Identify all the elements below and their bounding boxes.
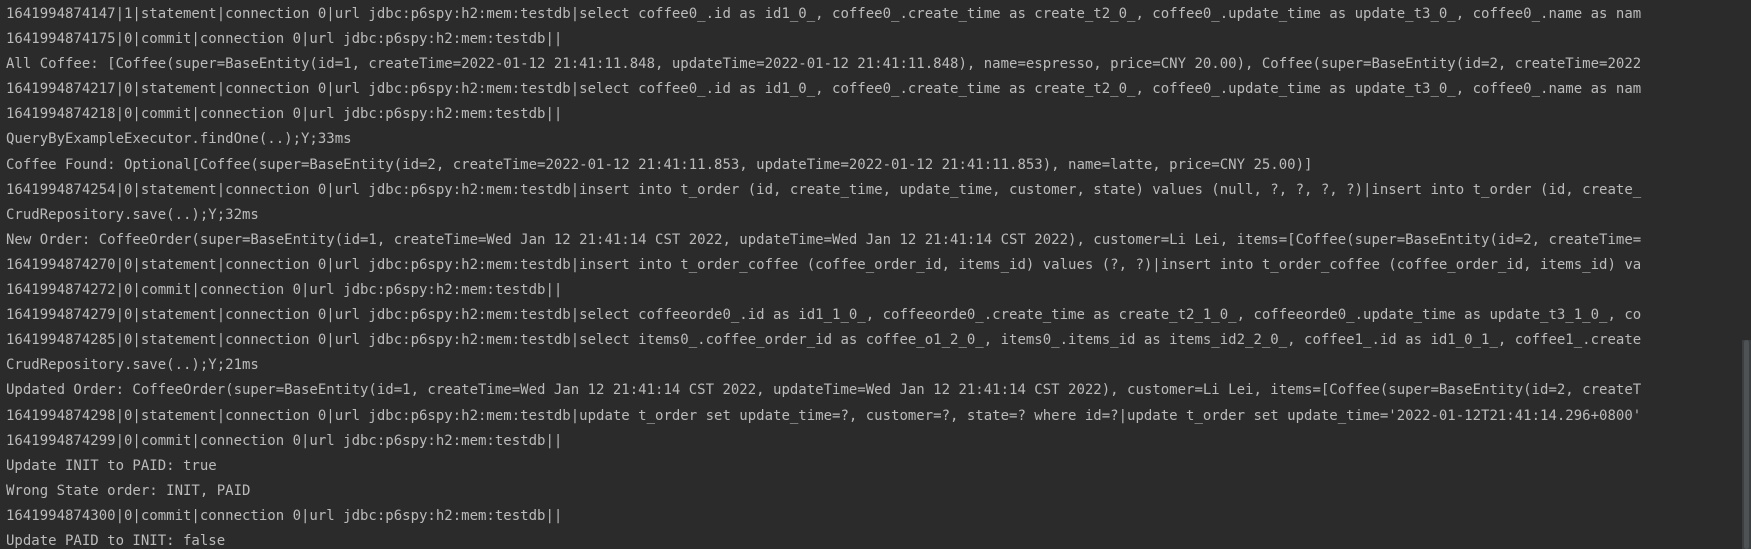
console-line: All Coffee: [Coffee(super=BaseEntity(id=… bbox=[6, 56, 1642, 73]
console-line: Update INIT to PAID: true bbox=[6, 457, 217, 474]
console-line: 1641994874299|0|commit|connection 0|url … bbox=[6, 432, 563, 449]
console-line: 1641994874218|0|commit|connection 0|url … bbox=[6, 106, 563, 123]
console-line: CrudRepository.save(..);Y;32ms bbox=[6, 206, 259, 223]
console-line: 1641994874254|0|statement|connection 0|u… bbox=[6, 181, 1642, 198]
console-line: 1641994874279|0|statement|connection 0|u… bbox=[6, 307, 1642, 324]
console-line: 1641994874217|0|statement|connection 0|u… bbox=[6, 81, 1642, 98]
console-line: Updated Order: CoffeeOrder(super=BaseEnt… bbox=[6, 382, 1642, 399]
console-line: 1641994874147|1|statement|connection 0|u… bbox=[6, 6, 1642, 22]
console-line: 1641994874175|0|commit|connection 0|url … bbox=[6, 31, 563, 48]
console-line: 1641994874272|0|commit|connection 0|url … bbox=[6, 282, 563, 299]
console-line: 1641994874300|0|commit|connection 0|url … bbox=[6, 507, 563, 524]
console-output-panel[interactable]: 1641994874147|1|statement|connection 0|u… bbox=[0, 0, 1751, 549]
console-line: 1641994874285|0|statement|connection 0|u… bbox=[6, 332, 1642, 349]
console-lines: 1641994874147|1|statement|connection 0|u… bbox=[6, 2, 1742, 549]
console-line: CrudRepository.save(..);Y;21ms bbox=[6, 357, 259, 374]
console-line: 1641994874298|0|statement|connection 0|u… bbox=[6, 407, 1642, 424]
console-line: Wrong State order: INIT, PAID bbox=[6, 482, 251, 499]
vertical-scrollbar[interactable] bbox=[1742, 340, 1751, 549]
scrollbar-thumb[interactable] bbox=[1744, 340, 1749, 549]
console-line: Coffee Found: Optional[Coffee(super=Base… bbox=[6, 156, 1313, 173]
console-line: QueryByExampleExecutor.findOne(..);Y;33m… bbox=[6, 131, 352, 148]
console-line: Update PAID to INIT: false bbox=[6, 532, 226, 549]
console-line: New Order: CoffeeOrder(super=BaseEntity(… bbox=[6, 231, 1642, 248]
console-line: 1641994874270|0|statement|connection 0|u… bbox=[6, 256, 1642, 273]
